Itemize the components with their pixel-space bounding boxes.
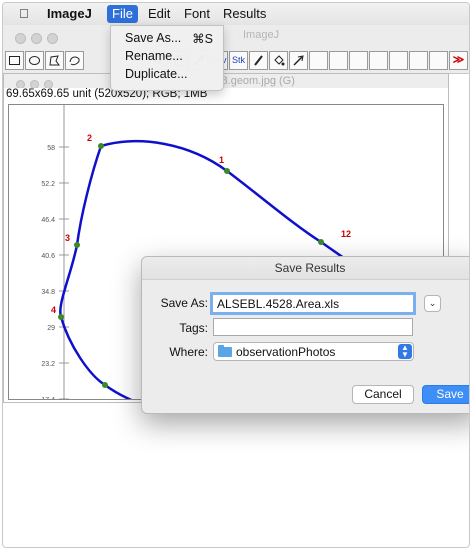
zoom-window-button[interactable]	[47, 33, 58, 44]
menu-item-duplicate[interactable]: Duplicate...	[125, 67, 188, 81]
tags-input[interactable]	[213, 318, 413, 336]
y-axis-ticks: 58 52.2 46.4 40.6 34.8 29 23.2 17.4	[41, 145, 69, 399]
dialog-titlebar: Save Results	[142, 257, 469, 280]
where-location-select[interactable]: observationPhotos ▲ ▼	[213, 342, 414, 361]
tool-slot-empty-7[interactable]	[429, 51, 448, 70]
more-tools-button[interactable]: ≫	[449, 51, 468, 70]
y-tick-label: 23.2	[41, 361, 55, 368]
screenshot-frame:  ImageJ File Edit Font Results Save As.…	[2, 2, 470, 548]
point-label-2: 2	[87, 133, 92, 143]
select-arrows-icon: ▲ ▼	[398, 344, 412, 359]
point-marker-2[interactable]	[98, 143, 104, 149]
app-menu-imagej[interactable]: ImageJ	[47, 6, 92, 21]
tags-label: Tags:	[179, 321, 208, 335]
menu-file[interactable]: File	[107, 5, 138, 23]
close-window-button[interactable]	[15, 33, 26, 44]
tool-slot-empty-4[interactable]	[369, 51, 388, 70]
y-tick-label: 40.6	[41, 253, 55, 260]
where-label: Where:	[169, 345, 208, 359]
y-tick-label: 58	[47, 145, 55, 152]
menu-edit[interactable]: Edit	[148, 6, 170, 21]
save-button[interactable]: Save	[422, 385, 469, 404]
minimize-window-button[interactable]	[31, 33, 42, 44]
dialog-title: Save Results	[274, 261, 346, 275]
point-label-3: 3	[65, 233, 70, 243]
y-tick-label: 34.8	[41, 289, 55, 296]
menu-item-save-as[interactable]: Save As...	[125, 31, 181, 45]
y-tick-label: 17.4	[41, 397, 55, 399]
point-marker-12[interactable]	[318, 239, 324, 245]
apple-menu-icon[interactable]: 	[19, 6, 29, 21]
stk-tool-button[interactable]: Stk	[229, 51, 248, 70]
save-as-label: Save As:	[160, 296, 208, 310]
point-label-12: 12	[341, 229, 351, 239]
menu-item-rename[interactable]: Rename...	[125, 49, 183, 63]
arrow-tool-icon[interactable]	[289, 51, 308, 70]
brush-tool-icon[interactable]	[249, 51, 268, 70]
image-window-titlebar: ...4528.geom.jpg (G)	[4, 74, 448, 89]
tool-slot-empty-5[interactable]	[389, 51, 408, 70]
cancel-button[interactable]: Cancel	[352, 385, 414, 404]
image-info-line: 69.65x69.65 unit (520x520); RGB; 1MB	[4, 88, 448, 103]
tool-slot-empty-3[interactable]	[349, 51, 368, 70]
folder-icon	[218, 345, 232, 357]
tool-slot-empty-1[interactable]	[309, 51, 328, 70]
imagej-window-title: ImageJ	[243, 29, 280, 41]
tool-slot-empty-6[interactable]	[409, 51, 428, 70]
window-controls	[15, 31, 63, 49]
y-tick-label: 52.2	[41, 181, 55, 188]
rectangle-tool-icon[interactable]	[5, 51, 24, 70]
point-marker-5[interactable]	[102, 382, 108, 388]
menu-font[interactable]: Font	[184, 6, 210, 21]
point-marker-4[interactable]	[58, 314, 64, 320]
point-marker-3[interactable]	[74, 242, 80, 248]
menu-bar:  ImageJ File Edit Font Results	[3, 3, 469, 26]
y-tick-label: 46.4	[41, 217, 55, 224]
point-marker-1[interactable]	[224, 168, 230, 174]
imagej-toolbar-window: ImageJ Dev Stk ≫	[3, 25, 469, 74]
point-label-4: 4	[51, 305, 56, 315]
tool-slot-empty-2[interactable]	[329, 51, 348, 70]
point-label-1: 1	[219, 155, 224, 165]
y-tick-label: 29	[47, 325, 55, 332]
save-as-filename-input[interactable]	[210, 292, 416, 315]
where-location-value: observationPhotos	[236, 345, 336, 359]
freehand-tool-icon[interactable]	[65, 51, 84, 70]
save-as-shortcut: ⌘S	[192, 32, 213, 46]
save-results-dialog: Save Results Save As: ⌄ Tags: Where: obs…	[141, 256, 469, 414]
expand-chevron-down-icon[interactable]: ⌄	[424, 295, 441, 312]
polygon-tool-icon[interactable]	[45, 51, 64, 70]
file-menu-dropdown: Save As... ⌘S Rename... Duplicate...	[110, 25, 224, 91]
menu-results[interactable]: Results	[223, 6, 266, 21]
flood-fill-tool-icon[interactable]	[269, 51, 288, 70]
oval-tool-icon[interactable]	[25, 51, 44, 70]
